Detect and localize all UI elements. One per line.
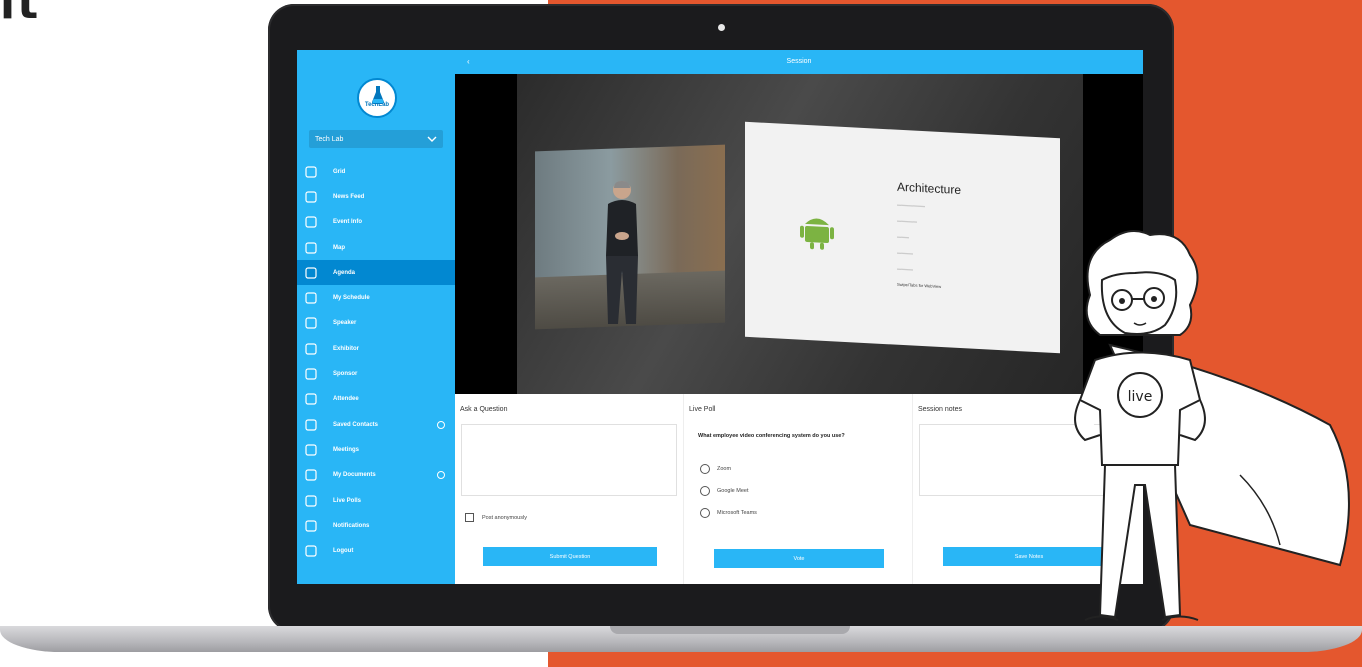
camera-icon (718, 24, 725, 31)
sidebar-item-live-polls[interactable]: Live Polls (297, 488, 455, 513)
app-screen: TechLab Tech Lab Grid News Feed Event Info… (297, 50, 1143, 584)
sidebar-item-my-schedule[interactable]: My Schedule (297, 285, 455, 310)
slide-line: ▬▬▬ (897, 233, 909, 240)
slide-line: ▬▬▬▬ (897, 249, 913, 256)
ask-question-title: Ask a Question (460, 406, 508, 413)
sidebar-menu: Grid News Feed Event Info Map Agenda My Sched… (297, 159, 455, 564)
sidebar-item-notifications[interactable]: Notifications (297, 513, 455, 538)
sidebar-item-label: Logout (333, 548, 354, 555)
post-anonymously-option[interactable]: Post anonymously (465, 513, 527, 522)
sidebar-item-label: Map (333, 244, 345, 251)
sidebar-item-grid[interactable]: Grid (297, 159, 455, 184)
documents-icon (305, 469, 317, 481)
sidebar-item-agenda[interactable]: Agenda (297, 260, 455, 286)
schedule-icon (305, 292, 317, 304)
post-anonymously-checkbox[interactable] (465, 513, 474, 522)
star-icon (305, 368, 317, 380)
logout-icon (305, 545, 317, 557)
org-select[interactable]: Tech Lab (309, 130, 443, 148)
post-anonymously-label: Post anonymously (482, 514, 527, 521)
poll-option-zoom[interactable]: Zoom (700, 464, 731, 474)
sidebar-item-label: Agenda (333, 269, 356, 276)
sidebar-item-sponsor[interactable]: Sponsor (297, 361, 455, 386)
session-notes-title: Session notes (918, 406, 962, 413)
android-robot-icon (800, 218, 834, 250)
badge-icon (437, 471, 445, 480)
slide-title: Architecture (897, 179, 962, 198)
sidebar-item-label: Grid (333, 168, 346, 175)
org-select-value: Tech Lab (315, 135, 344, 143)
sidebar-item-map[interactable]: Map (297, 235, 455, 260)
sidebar-item-meetings[interactable]: Meetings (297, 437, 455, 462)
radio-button[interactable] (700, 464, 710, 474)
chevron-down-icon (427, 136, 437, 142)
grid-icon (305, 166, 317, 178)
slide-line: ▬▬▬▬▬ (897, 217, 917, 224)
flask-icon (372, 86, 384, 104)
calendar-icon (305, 267, 317, 279)
notification-icon (305, 520, 317, 532)
poll-option-google-meet[interactable]: Google Meet (700, 486, 749, 496)
map-icon (305, 241, 317, 254)
slide-line: ▬▬▬▬▬▬▬ (897, 201, 925, 209)
microphone-icon (305, 317, 317, 330)
corner-text: it (0, 0, 41, 29)
vote-button[interactable]: Vote (714, 549, 884, 568)
sidebar-item-my-documents[interactable]: My Documents (297, 463, 455, 488)
sidebar-item-label: Attendee (333, 396, 359, 403)
poll-option-microsoft-teams[interactable]: Microsoft Teams (700, 508, 757, 518)
sidebar-item-label: Sponsor (333, 371, 358, 378)
person-icon (305, 393, 317, 405)
top-bar: ‹ Session (455, 50, 1143, 74)
sidebar-item-label: Speaker (333, 320, 357, 327)
sidebar-item-event-info[interactable]: Event Info (297, 210, 455, 235)
sidebar-item-label: Live Polls (333, 497, 362, 504)
exhibitor-icon (305, 343, 317, 355)
app-logo[interactable]: TechLab (357, 78, 397, 118)
sidebar-item-attendee[interactable]: Attendee (297, 387, 455, 412)
sidebar-item-label: Event Info (333, 219, 363, 226)
radio-button[interactable] (700, 486, 710, 496)
badge-icon (437, 420, 445, 429)
radio-button[interactable] (700, 508, 710, 518)
speaker-figure (606, 181, 638, 324)
mascot-shirt-text: live (1128, 389, 1153, 405)
sidebar-item-label: News Feed (333, 193, 365, 200)
poll-question: What employee video conferencing system … (698, 433, 845, 439)
slide-highlight: Swipe/Tabs for WebView (897, 281, 942, 290)
sidebar-item-label: Saved Contacts (333, 421, 379, 428)
sidebar-item-label: My Schedule (333, 295, 370, 302)
poll-option-label: Microsoft Teams (717, 510, 757, 516)
laptop-notch (610, 626, 850, 634)
poll-option-label: Google Meet (717, 488, 749, 494)
sidebar-item-speaker[interactable]: Speaker (297, 311, 455, 336)
live-poll-panel: Live Poll What employee video conferenci… (684, 394, 913, 584)
sidebar-item-exhibitor[interactable]: Exhibitor (297, 336, 455, 361)
question-input[interactable] (461, 424, 677, 496)
page-title: Session (786, 58, 812, 65)
info-icon (305, 216, 317, 228)
sidebar-item-logout[interactable]: Logout (297, 538, 455, 563)
ask-question-panel: Ask a Question Post anonymously Submit Q… (455, 394, 684, 584)
promo-stage: it TechLab Tech Lab Grid News Feed Event I… (0, 0, 1362, 667)
sidebar-item-label: My Documents (333, 472, 376, 479)
sidebar-item-label: Exhibitor (333, 345, 360, 352)
live-poll-title: Live Poll (689, 406, 716, 413)
video-letterbox-left (455, 74, 517, 394)
contacts-icon (305, 419, 317, 431)
meetings-icon (305, 444, 317, 456)
sidebar-item-saved-contacts[interactable]: Saved Contacts (297, 412, 455, 437)
polls-icon (305, 494, 317, 507)
sidebar-item-news-feed[interactable]: News Feed (297, 184, 455, 209)
presentation-slide: Architecture ▬▬▬▬▬▬▬ ▬▬▬▬▬ ▬▬▬ ▬▬▬▬ ▬▬▬▬… (745, 121, 1060, 354)
sidebar-item-label: Notifications (333, 522, 370, 529)
submit-question-button[interactable]: Submit Question (483, 547, 657, 566)
superhero-mascot: live (1074, 230, 1350, 621)
poll-option-label: Zoom (717, 466, 732, 472)
bell-icon (305, 191, 317, 203)
sidebar-item-label: Meetings (333, 446, 360, 453)
sidebar: TechLab Tech Lab Grid News Feed Event Info… (297, 50, 455, 584)
slide-line: ▬▬▬▬ (897, 265, 913, 272)
